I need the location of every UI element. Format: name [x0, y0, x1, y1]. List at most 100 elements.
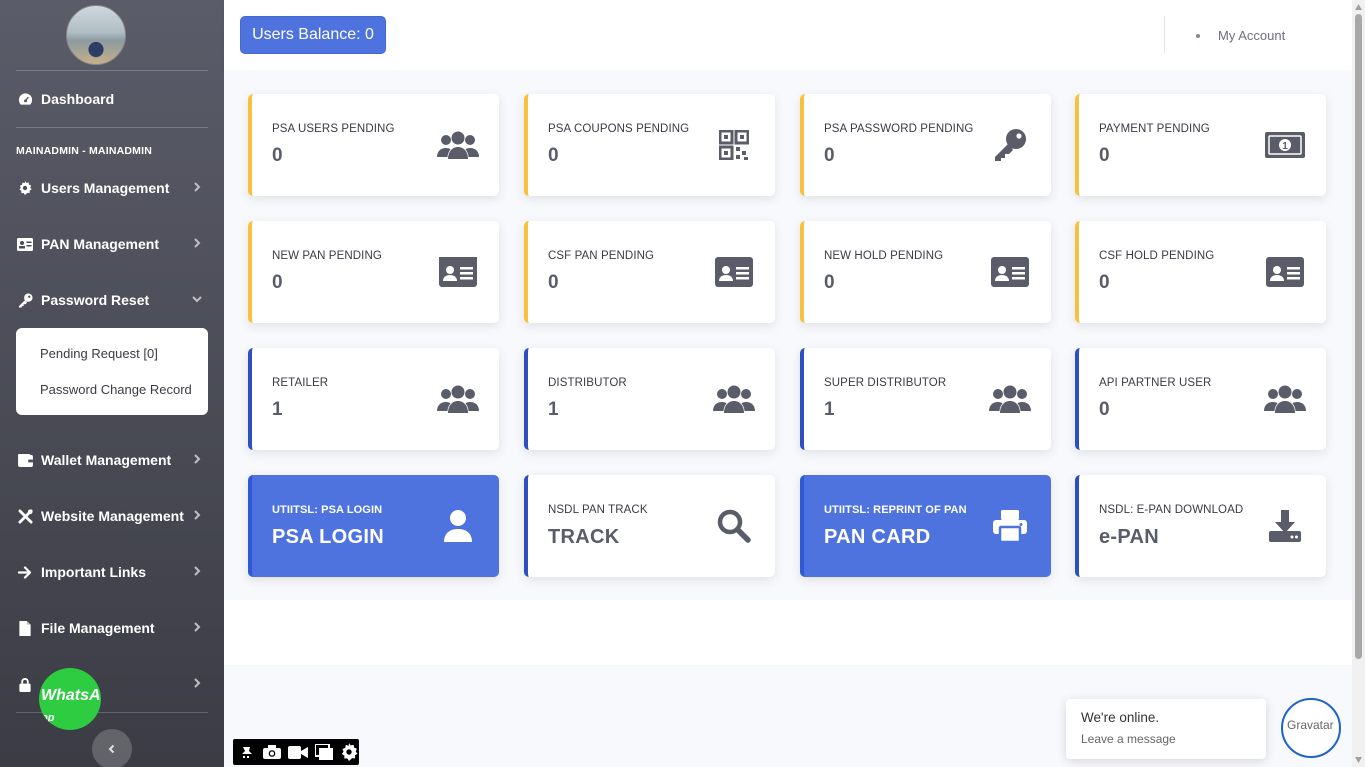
scroll-down-arrow-icon[interactable]: [1355, 757, 1362, 763]
sidebar-item-label: Important Links: [41, 564, 147, 580]
sidebar-item-file-management[interactable]: File Management: [16, 616, 208, 640]
key-icon: [989, 127, 1031, 163]
sidebar-item-label: Website Management: [41, 508, 184, 524]
card-psa-password-pending[interactable]: PSA PASSWORD PENDING 0: [800, 94, 1051, 196]
card-psa-coupons-pending[interactable]: PSA COUPONS PENDING 0: [524, 94, 775, 196]
users-icon: [437, 381, 479, 417]
card-value: 0: [1099, 272, 1110, 293]
chevron-right-icon: [194, 678, 201, 688]
tools-icon: [16, 508, 34, 524]
card-label: NEW HOLD PENDING: [824, 250, 944, 262]
chat-widget[interactable]: We're online. Leave a message: [1066, 699, 1266, 759]
chevron-right-icon: [194, 622, 201, 632]
sidebar-item-password-reset[interactable]: Password Reset: [16, 288, 208, 312]
sidebar-item-users-management[interactable]: Users Management: [16, 176, 208, 200]
card-label: PSA PASSWORD PENDING: [824, 123, 974, 135]
chevron-right-icon: [194, 566, 201, 576]
sidebar-item-pan-management[interactable]: PAN Management: [16, 232, 208, 256]
arrow-right-icon: [16, 564, 34, 580]
svg-text:1: 1: [1282, 141, 1288, 152]
card-label: UTIITSL: PSA LOGIN: [272, 504, 383, 516]
sidebar-item-label: Password Reset: [41, 292, 150, 308]
card-value: 0: [272, 145, 283, 166]
card-csf-pan-pending[interactable]: CSF PAN PENDING 0: [524, 221, 775, 323]
money-bill-icon: 1: [1264, 127, 1306, 163]
my-account-link[interactable]: My Account: [1196, 28, 1285, 43]
card-psa-users-pending[interactable]: PSA USERS PENDING 0: [248, 94, 499, 196]
card-value: 0: [824, 272, 835, 293]
sidebar-divider: [16, 70, 208, 71]
gear-icon: [16, 180, 34, 196]
sidebar-item-important-links[interactable]: Important Links: [16, 560, 208, 584]
card-value: 0: [824, 145, 835, 166]
camera-icon[interactable]: [263, 743, 283, 761]
card-label: PSA USERS PENDING: [272, 123, 395, 135]
chat-avatar[interactable]: Gravatar: [1281, 698, 1341, 758]
users-balance-button[interactable]: Users Balance: 0: [240, 16, 386, 54]
card-payment-pending[interactable]: PAYMENT PENDING 0 1: [1075, 94, 1326, 196]
card-new-pan-pending[interactable]: NEW PAN PENDING 0: [248, 221, 499, 323]
lock-icon: [16, 676, 34, 692]
pin-icon[interactable]: [237, 743, 257, 761]
card-distributor[interactable]: DISTRIBUTOR 1: [524, 348, 775, 450]
sidebar-toggle-button[interactable]: [92, 729, 132, 767]
sidebar-item-label: File Management: [41, 620, 155, 636]
avatar[interactable]: [66, 5, 126, 65]
card-label: SUPER DISTRIBUTOR: [824, 377, 947, 389]
chevron-down-icon: [192, 296, 202, 303]
submenu-item-pending-request[interactable]: Pending Request [0]: [40, 346, 158, 361]
card-epan-download[interactable]: NSDL: E-PAN DOWNLOAD e-PAN: [1075, 475, 1326, 577]
card-csf-hold-pending[interactable]: CSF HOLD PENDING 0: [1075, 221, 1326, 323]
video-icon[interactable]: [288, 743, 308, 761]
card-label: NSDL PAN TRACK: [548, 504, 648, 516]
user-icon: [437, 508, 479, 544]
chat-avatar-alt-text: Gravatar: [1287, 718, 1334, 732]
topbar: Users Balance: 0 My Account: [224, 0, 1352, 70]
sidebar-divider: [16, 127, 208, 128]
bullet-icon: [1196, 33, 1200, 38]
card-value: 0: [1099, 145, 1110, 166]
submenu-item-password-change-record[interactable]: Password Change Record: [40, 382, 192, 397]
sidebar-item-label: Wallet Management: [41, 452, 172, 468]
wallet-icon: [16, 452, 34, 468]
chevron-right-icon: [194, 454, 201, 464]
card-value: PAN CARD: [824, 526, 931, 548]
key-icon: [16, 292, 34, 308]
users-icon: [437, 127, 479, 163]
sidebar-item-wallet-management[interactable]: Wallet Management: [16, 448, 208, 472]
card-value: e-PAN: [1099, 526, 1160, 548]
chevron-right-icon: [194, 238, 201, 248]
gear-icon[interactable]: [340, 743, 360, 761]
window-capture-icon[interactable]: [314, 743, 334, 761]
sidebar-item-label: Dashboard: [41, 91, 115, 107]
topbar-divider: [1164, 16, 1165, 54]
password-reset-submenu: Pending Request [0] Password Change Reco…: [16, 328, 208, 415]
tachometer-icon: [16, 91, 34, 107]
scroll-up-arrow-icon[interactable]: [1355, 4, 1362, 10]
card-value: 1: [548, 399, 559, 420]
sidebar-item-website-management[interactable]: Website Management: [16, 504, 208, 528]
whatsapp-button[interactable]: WhatsA pp: [39, 668, 101, 730]
id-card-icon: [437, 254, 479, 290]
scrollbar-thumb[interactable]: [1355, 14, 1362, 659]
card-label: CSF HOLD PENDING: [1099, 250, 1215, 262]
card-label: UTIITSL: REPRINT OF PAN: [824, 504, 967, 516]
card-psa-login[interactable]: UTIITSL: PSA LOGIN PSA LOGIN: [248, 475, 499, 577]
card-label: NEW PAN PENDING: [272, 250, 382, 262]
card-label: PAYMENT PENDING: [1099, 123, 1210, 135]
qrcode-icon: [713, 127, 755, 163]
id-card-icon: [16, 236, 34, 252]
card-api-partner-user[interactable]: API PARTNER USER 0: [1075, 348, 1326, 450]
card-super-distributor[interactable]: SUPER DISTRIBUTOR 1: [800, 348, 1051, 450]
vertical-scrollbar[interactable]: [1352, 0, 1365, 767]
content-footer-area: [224, 600, 1352, 665]
id-card-icon: [1264, 254, 1306, 290]
card-nsdl-pan-track[interactable]: NSDL PAN TRACK TRACK: [524, 475, 775, 577]
card-value: TRACK: [548, 526, 620, 548]
card-reprint-pan[interactable]: UTIITSL: REPRINT OF PAN PAN CARD: [800, 475, 1051, 577]
card-value: 1: [824, 399, 835, 420]
chat-leave-message: Leave a message: [1081, 732, 1176, 746]
card-new-hold-pending[interactable]: NEW HOLD PENDING 0: [800, 221, 1051, 323]
sidebar-item-dashboard[interactable]: Dashboard: [16, 87, 208, 111]
card-retailer[interactable]: RETAILER 1: [248, 348, 499, 450]
